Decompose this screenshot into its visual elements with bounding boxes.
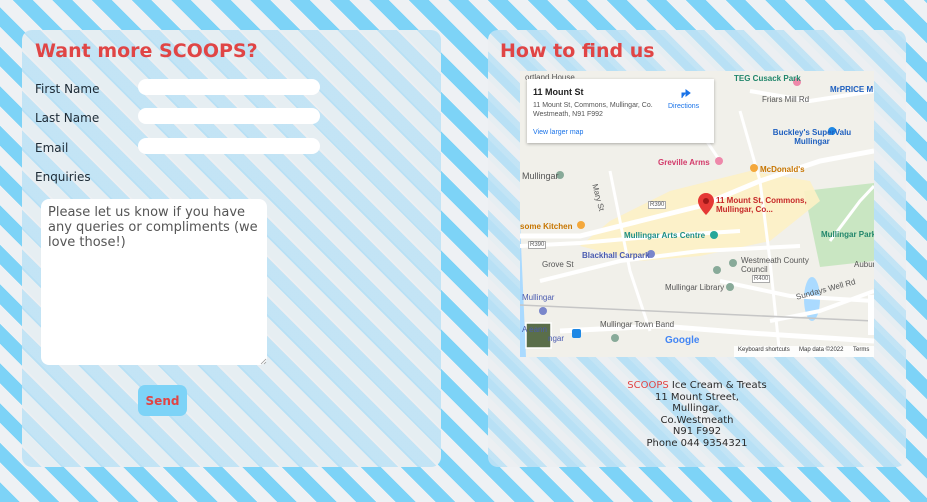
map-place-label: Greville Arms (658, 158, 710, 167)
map-info-card: 11 Mount St 11 Mount St, Commons, Mullin… (527, 79, 714, 143)
email-label: Email (35, 141, 69, 155)
first-name-label: First Name (35, 82, 100, 96)
card-title: 11 Mount St (533, 87, 584, 97)
form-title: Want more SCOOPS? (35, 40, 258, 62)
address-line: Mullingar, (672, 403, 722, 414)
address-company: SCOOPS Ice Cream & Treats (620, 380, 774, 392)
map-place-label: Mullingar Town Band (600, 320, 675, 329)
address-line: Co.Westmeath (660, 414, 734, 426)
view-larger-map-link[interactable]: View larger map (533, 129, 583, 136)
google-logo: Google (665, 335, 700, 346)
phone-number: Phone 044 9354321 (646, 437, 748, 449)
map-place-label: some Kitchen (520, 222, 573, 231)
map-road-label: R390 (648, 201, 667, 209)
enquiries-label: Enquiries (35, 170, 91, 184)
map-place-label: MrPRICE M (830, 85, 874, 94)
keyboard-shortcuts-link[interactable]: Keyboard shortcuts (738, 347, 790, 353)
enquiries-textarea[interactable]: Please let us know if you have any queri… (41, 199, 267, 365)
address-block: SCOOPS Ice Cream & Treats 11 Mount Stree… (620, 380, 774, 449)
map-road-label: R390 (528, 241, 547, 249)
brand-suffix: Ice Cream & Treats (668, 380, 767, 391)
map-place-label: Westmeath County Council (741, 256, 809, 274)
map-place-label: Mullingar (522, 293, 555, 302)
map-data-label: Map data ©2022 (799, 347, 844, 353)
map-road-label: R400 (752, 275, 771, 283)
card-address: 11 Mount St, Commons, Mullingar, Co. Wes… (533, 102, 653, 118)
pin-label[interactable]: 11 Mount St, Commons, Mullingar, Co... (716, 196, 816, 214)
map-place-label: Blackhall Carpark (582, 251, 650, 260)
map-place-label: Mullingar (522, 171, 559, 181)
directions-link[interactable]: Directions (668, 103, 699, 110)
map-place-label: Mullingar Arts Centre (624, 231, 706, 240)
map-place-label: McDonald's (760, 165, 805, 174)
zoom-control[interactable] (868, 295, 874, 335)
map-place-label: Aubur (854, 260, 874, 269)
terms-link[interactable]: Terms (853, 347, 869, 353)
brand-name: SCOOPS (627, 380, 669, 391)
location-title: How to find us (500, 40, 655, 62)
map-embed[interactable]: ortland House TEG Cusack Park MrPRICE M … (520, 71, 874, 357)
map-place-label: A eann (522, 325, 547, 334)
map-place-label: Buckley's SuperValu Mullingar (772, 128, 852, 146)
map-place-label: TEG Cusack Park (734, 74, 801, 83)
first-name-field[interactable] (138, 79, 320, 95)
map-place-label: Mullingar Park (821, 230, 874, 239)
last-name-label: Last Name (35, 111, 100, 125)
last-name-field[interactable] (138, 108, 320, 124)
map-place-label: Mullingar Library (665, 283, 725, 292)
map-place-label: ngar (548, 334, 565, 343)
email-field[interactable] (138, 138, 320, 154)
address-line: N91 F992 (672, 426, 722, 437)
resize-handle-icon[interactable] (260, 358, 267, 365)
map-road-label: Grove St (542, 260, 574, 269)
address-line: 11 Mount Street, (655, 391, 739, 403)
map-road-label: Friars Mill Rd (762, 95, 810, 104)
send-button[interactable]: Send (138, 385, 187, 416)
directions-icon[interactable] (680, 87, 692, 99)
